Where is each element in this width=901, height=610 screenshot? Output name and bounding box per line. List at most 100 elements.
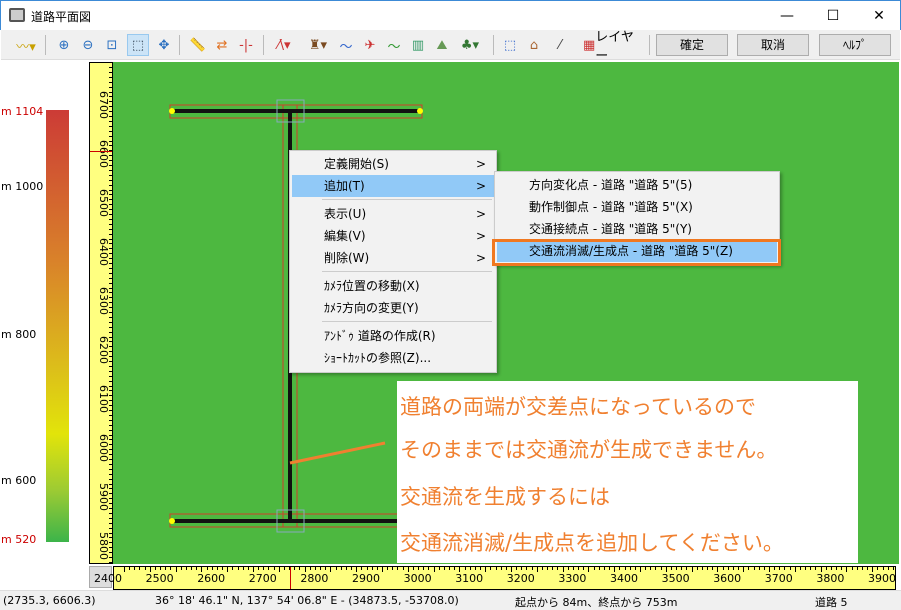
- toolbar: 〰▾ ⊕ ⊖ ⊡ ⬚ ✥ 📏 ⇄ -|- ⁄\▾ ♜▾ 〜 ✈ 〜 ▥ ⛰ ♣▾…: [1, 30, 900, 64]
- annotation-line: そのままでは交通流が生成できません。: [400, 438, 778, 462]
- ruler-tick: [351, 567, 353, 570]
- forest-dropdown-icon[interactable]: ♣▾: [455, 34, 485, 56]
- line-icon[interactable]: 〜: [335, 34, 357, 56]
- hruler-label: 3300: [558, 572, 587, 585]
- hill-icon[interactable]: ⛰: [431, 34, 453, 56]
- vruler-label: 6200: [97, 336, 110, 364]
- hruler-label: 2900: [352, 572, 380, 585]
- menu-item-label: ｶﾒﾗ位置の移動(X): [324, 279, 420, 293]
- ruler-tick: [686, 567, 688, 570]
- context-menu-item[interactable]: ｶﾒﾗ位置の移動(X): [292, 275, 494, 297]
- road-dropdown-icon[interactable]: ⁄\▾: [269, 34, 299, 56]
- intersection-icon[interactable]: ✈: [359, 34, 381, 56]
- submenu-arrow-icon: >: [475, 229, 486, 243]
- minimize-button[interactable]: —: [764, 1, 810, 31]
- ruler-tick: [872, 567, 874, 572]
- rail-dropdown-icon[interactable]: ♜▾: [303, 34, 333, 56]
- add-object-icon[interactable]: ⌂: [523, 34, 545, 56]
- ruler-tick: [109, 463, 112, 465]
- ruler-tick: [825, 567, 827, 570]
- ruler-tick: [109, 111, 112, 113]
- layer-button[interactable]: ▦ レイヤー: [583, 30, 643, 64]
- menu-item-label: ｱﾝﾄﾞｩ 道路の作成(R): [324, 329, 436, 343]
- zoom-window-icon[interactable]: ⬚: [127, 34, 149, 56]
- ruler-tick: [247, 567, 249, 570]
- ruler-tick: [469, 567, 471, 570]
- ruler-tick: [743, 567, 745, 572]
- annotation-line: 道路の両端が交差点になっているので: [400, 395, 756, 419]
- cut-icon[interactable]: ⁄: [549, 34, 571, 56]
- ruler-tick: [109, 204, 112, 206]
- context-menu-item[interactable]: 削除(W) >: [292, 247, 494, 269]
- vertical-ruler[interactable]: 6700 6600 6500 6400 6300 6200 6100 6000 5900 5800: [89, 62, 114, 564]
- ruler-tick: [397, 567, 399, 570]
- context-menu-item[interactable]: ｼｮｰﾄｶｯﾄの参照(Z)...: [292, 347, 494, 369]
- ruler-tick: [109, 130, 112, 132]
- vruler-label: 5800: [97, 532, 110, 560]
- ruler-tick: [109, 96, 112, 98]
- ruler-tick: [109, 488, 112, 490]
- pan-icon[interactable]: ✥: [153, 34, 175, 56]
- ruler-tick: [124, 567, 125, 572]
- legend-label: 1000 m: [1, 180, 44, 193]
- ruler-tick: [222, 567, 224, 570]
- ruler-tick: [521, 567, 523, 570]
- submenu-item[interactable]: 動作制御点 - 道路 "道路 5"(X): [497, 196, 777, 218]
- ruler-tick: [500, 567, 502, 570]
- ruler-tick: [191, 567, 193, 570]
- context-menu-item[interactable]: 編集(V) >: [292, 225, 494, 247]
- ruler-tick: [109, 561, 112, 563]
- context-menu-item[interactable]: ｱﾝﾄﾞｩ 道路の作成(R): [292, 325, 494, 347]
- ruler-tick: [443, 567, 445, 570]
- select-rect-icon[interactable]: ⬚: [499, 34, 521, 56]
- vruler-label: 6500: [97, 189, 110, 217]
- zoom-in-icon[interactable]: ⊕: [53, 34, 75, 56]
- ruler-tick: [578, 567, 580, 570]
- context-menu-item[interactable]: 定義開始(S) >: [292, 153, 494, 175]
- ruler-tick: [139, 567, 141, 570]
- close-button[interactable]: ✕: [856, 1, 901, 31]
- ruler-tick: [109, 86, 112, 88]
- menu-item-label: 削除(W): [324, 251, 370, 265]
- ruler-tick: [619, 567, 621, 570]
- ruler-tick: [109, 272, 112, 274]
- help-button[interactable]: ﾍﾙﾌﾟ: [819, 34, 891, 56]
- green-line-icon[interactable]: 〜: [383, 34, 405, 56]
- ruler-tick: [412, 567, 414, 570]
- terrain-dropdown-icon[interactable]: 〰▾: [11, 34, 41, 56]
- building-icon[interactable]: ▥: [407, 34, 429, 56]
- menu-item-label: 定義開始(S): [324, 157, 389, 171]
- swap-icon[interactable]: ⇄: [211, 34, 233, 56]
- maximize-button[interactable]: ☐: [810, 1, 856, 31]
- ruler-tick: [495, 567, 497, 570]
- elevation-color-bar: [46, 110, 69, 542]
- submenu-item[interactable]: 方向変化点 - 道路 "道路 5"(5): [497, 174, 777, 196]
- vruler-label: 6600: [97, 140, 110, 168]
- submenu-item[interactable]: 交通接続点 - 道路 "道路 5"(Y): [497, 218, 777, 240]
- ok-button[interactable]: 確定: [656, 34, 728, 56]
- ruler-tick: [109, 331, 112, 333]
- context-menu-item[interactable]: 表示(U) >: [292, 203, 494, 225]
- ruler-tick: [144, 567, 146, 570]
- ruler-tick: [830, 567, 832, 570]
- ruler-tick: [769, 567, 770, 572]
- split-icon[interactable]: -|-: [235, 34, 257, 56]
- context-menu-item[interactable]: 追加(T) >: [292, 175, 494, 197]
- ruler-tick: [846, 567, 848, 572]
- ruler-tick: [676, 567, 678, 570]
- ruler-tick: [407, 567, 409, 572]
- zoom-out-icon[interactable]: ⊖: [77, 34, 99, 56]
- horizontal-ruler[interactable]: 2400 2500 2600 2700 2800 2900 3000 3100 3200 3300…: [94, 566, 896, 590]
- ruler-tick: [109, 233, 112, 235]
- ruler-tick: [299, 567, 301, 570]
- zoom-fit-icon[interactable]: ⊡: [101, 34, 123, 56]
- context-menu-item[interactable]: ｶﾒﾗ方向の変更(Y): [292, 297, 494, 319]
- ruler-tick: [109, 547, 112, 549]
- cancel-button[interactable]: 取消: [737, 34, 809, 56]
- ruler-tick: [593, 567, 595, 570]
- ruler-tick: [109, 326, 112, 328]
- ruler-tick: [851, 567, 853, 570]
- measure-icon[interactable]: 📏: [187, 34, 209, 56]
- ruler-tick: [109, 522, 112, 524]
- ruler-tick: [109, 302, 112, 304]
